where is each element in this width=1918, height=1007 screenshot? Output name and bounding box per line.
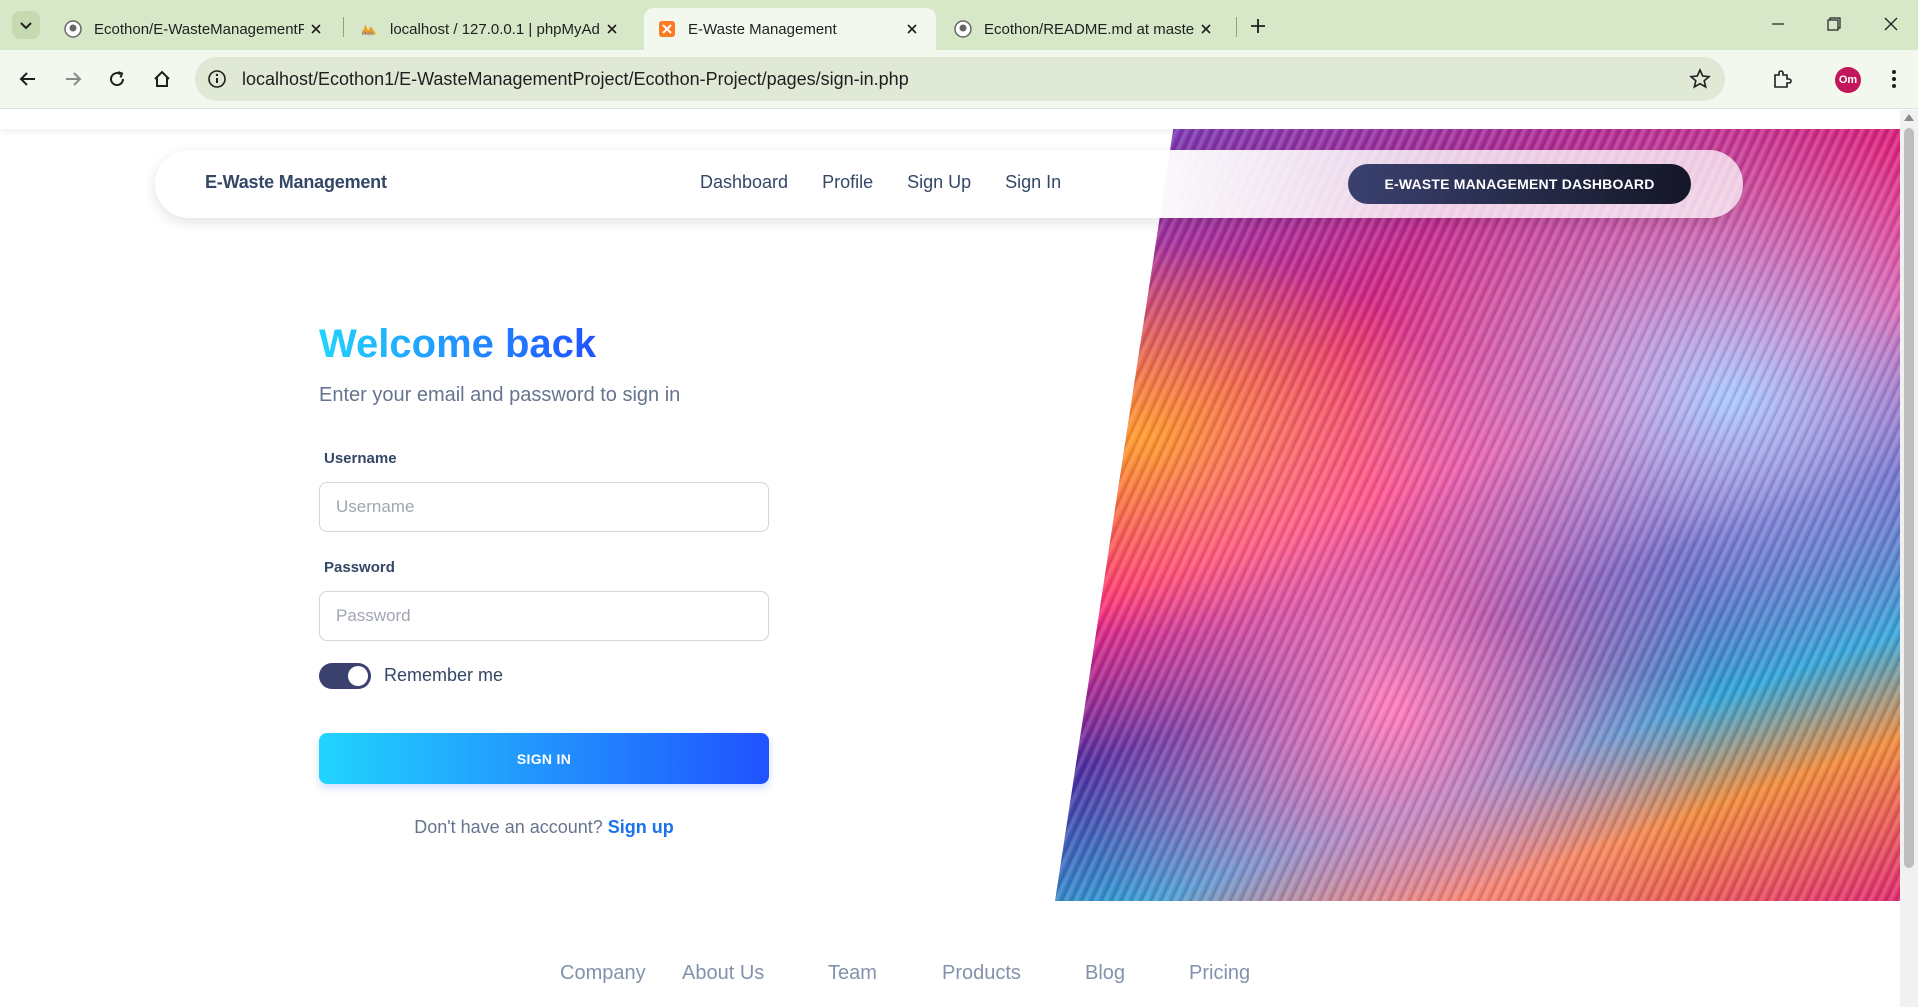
reload-icon: [110, 71, 125, 87]
footer-links: Company About Us Team Products Blog Pric…: [560, 962, 1250, 985]
tab-title: localhost / 127.0.0.1 | phpMyAd: [390, 20, 600, 38]
close-icon[interactable]: [602, 19, 622, 39]
sign-up-link[interactable]: Sign up: [608, 817, 674, 837]
close-icon[interactable]: [1196, 19, 1216, 39]
xampp-icon: [658, 20, 676, 38]
footer-link-blog[interactable]: Blog: [1085, 962, 1189, 985]
page-scrollbar[interactable]: [1900, 110, 1918, 1007]
scrollbar-thumb[interactable]: [1904, 128, 1914, 868]
browser-menu-button[interactable]: [1880, 65, 1908, 93]
restore-icon: [1827, 17, 1841, 31]
kebab-menu-icon: [1892, 70, 1896, 88]
footer-link-products[interactable]: Products: [942, 962, 1085, 985]
page-viewport: E-Waste Management Dashboard Profile Sig…: [0, 110, 1900, 1007]
browser-toolbar: localhost/Ecothon1/E-WasteManagementProj…: [0, 50, 1918, 109]
new-tab-button[interactable]: [1244, 12, 1272, 40]
home-icon: [154, 70, 170, 87]
tab-title: Ecothon/E-WasteManagementP: [94, 20, 304, 38]
chevron-down-icon: [20, 22, 32, 30]
footer-link-company[interactable]: Company: [560, 962, 682, 985]
arrow-right-icon: [66, 72, 82, 86]
brand-link[interactable]: E-Waste Management: [205, 172, 387, 193]
remember-me-toggle[interactable]: [319, 663, 371, 689]
address-bar[interactable]: localhost/Ecothon1/E-WasteManagementProj…: [195, 57, 1725, 101]
github-icon: [64, 20, 82, 38]
nav-link-dashboard[interactable]: Dashboard: [700, 172, 788, 193]
dashboard-cta-button[interactable]: E-WASTE MANAGEMENT DASHBOARD: [1348, 164, 1691, 204]
home-button[interactable]: [147, 64, 177, 94]
close-icon[interactable]: [306, 19, 326, 39]
svg-text:PMA: PMA: [362, 31, 374, 37]
password-input[interactable]: [319, 591, 769, 641]
close-icon[interactable]: [902, 19, 922, 39]
reload-button[interactable]: [102, 64, 132, 94]
minimize-icon: [1772, 23, 1784, 25]
close-icon: [1884, 17, 1898, 31]
back-button[interactable]: [13, 64, 43, 94]
window-close-button[interactable]: [1873, 10, 1909, 38]
arrow-left-icon: [19, 72, 35, 86]
username-label: Username: [324, 450, 397, 467]
tab-title: E-Waste Management: [688, 20, 837, 38]
bookmark-star-icon[interactable]: [1689, 68, 1711, 90]
browser-tab[interactable]: PMA localhost / 127.0.0.1 | phpMyAd: [346, 8, 636, 50]
extensions-button[interactable]: [1768, 65, 1796, 93]
browser-tabstrip: Ecothon/E-WasteManagementP PMA localhost…: [0, 0, 1918, 50]
puzzle-icon: [1774, 70, 1792, 88]
toggle-knob: [348, 666, 368, 686]
nav-links: Dashboard Profile Sign Up Sign In: [700, 172, 1061, 193]
forward-button[interactable]: [58, 64, 88, 94]
scroll-up-arrow-icon[interactable]: [1904, 114, 1914, 121]
phpmyadmin-icon: PMA: [360, 20, 378, 38]
footer-link-team[interactable]: Team: [828, 962, 942, 985]
browser-tab[interactable]: Ecothon/README.md at master: [940, 8, 1230, 50]
profile-avatar[interactable]: Om: [1835, 67, 1861, 93]
tab-separator: [343, 17, 344, 37]
nav-link-profile[interactable]: Profile: [822, 172, 873, 193]
username-input[interactable]: [319, 482, 769, 532]
sign-in-button[interactable]: SIGN IN: [319, 733, 769, 784]
page-subtitle: Enter your email and password to sign in: [319, 384, 681, 406]
tab-search-button[interactable]: [12, 11, 40, 39]
github-icon: [954, 20, 972, 38]
tab-separator: [1236, 17, 1237, 37]
restore-button[interactable]: [1816, 10, 1852, 38]
nav-link-sign-in[interactable]: Sign In: [1005, 172, 1061, 193]
remember-me-label[interactable]: Remember me: [384, 665, 503, 686]
password-label: Password: [324, 559, 395, 576]
no-account-text: Don't have an account? Sign up: [0, 817, 1088, 838]
url-text[interactable]: localhost/Ecothon1/E-WasteManagementProj…: [242, 69, 909, 90]
page-title: Welcome back: [319, 322, 597, 366]
abstract-background-image: [1055, 129, 1900, 901]
top-navbar: E-Waste Management Dashboard Profile Sig…: [155, 150, 1743, 218]
browser-tab-active[interactable]: E-Waste Management: [644, 8, 936, 50]
minimize-button[interactable]: [1760, 10, 1796, 38]
plus-icon: [1251, 19, 1265, 33]
footer-link-pricing[interactable]: Pricing: [1189, 962, 1250, 985]
no-account-prompt: Don't have an account?: [414, 817, 603, 837]
browser-tab[interactable]: Ecothon/E-WasteManagementP: [50, 8, 340, 50]
info-icon[interactable]: [207, 69, 227, 89]
nav-link-sign-up[interactable]: Sign Up: [907, 172, 971, 193]
footer-link-about-us[interactable]: About Us: [682, 962, 828, 985]
tab-title: Ecothon/README.md at master: [984, 20, 1194, 38]
page-top-edge: [0, 110, 1900, 129]
